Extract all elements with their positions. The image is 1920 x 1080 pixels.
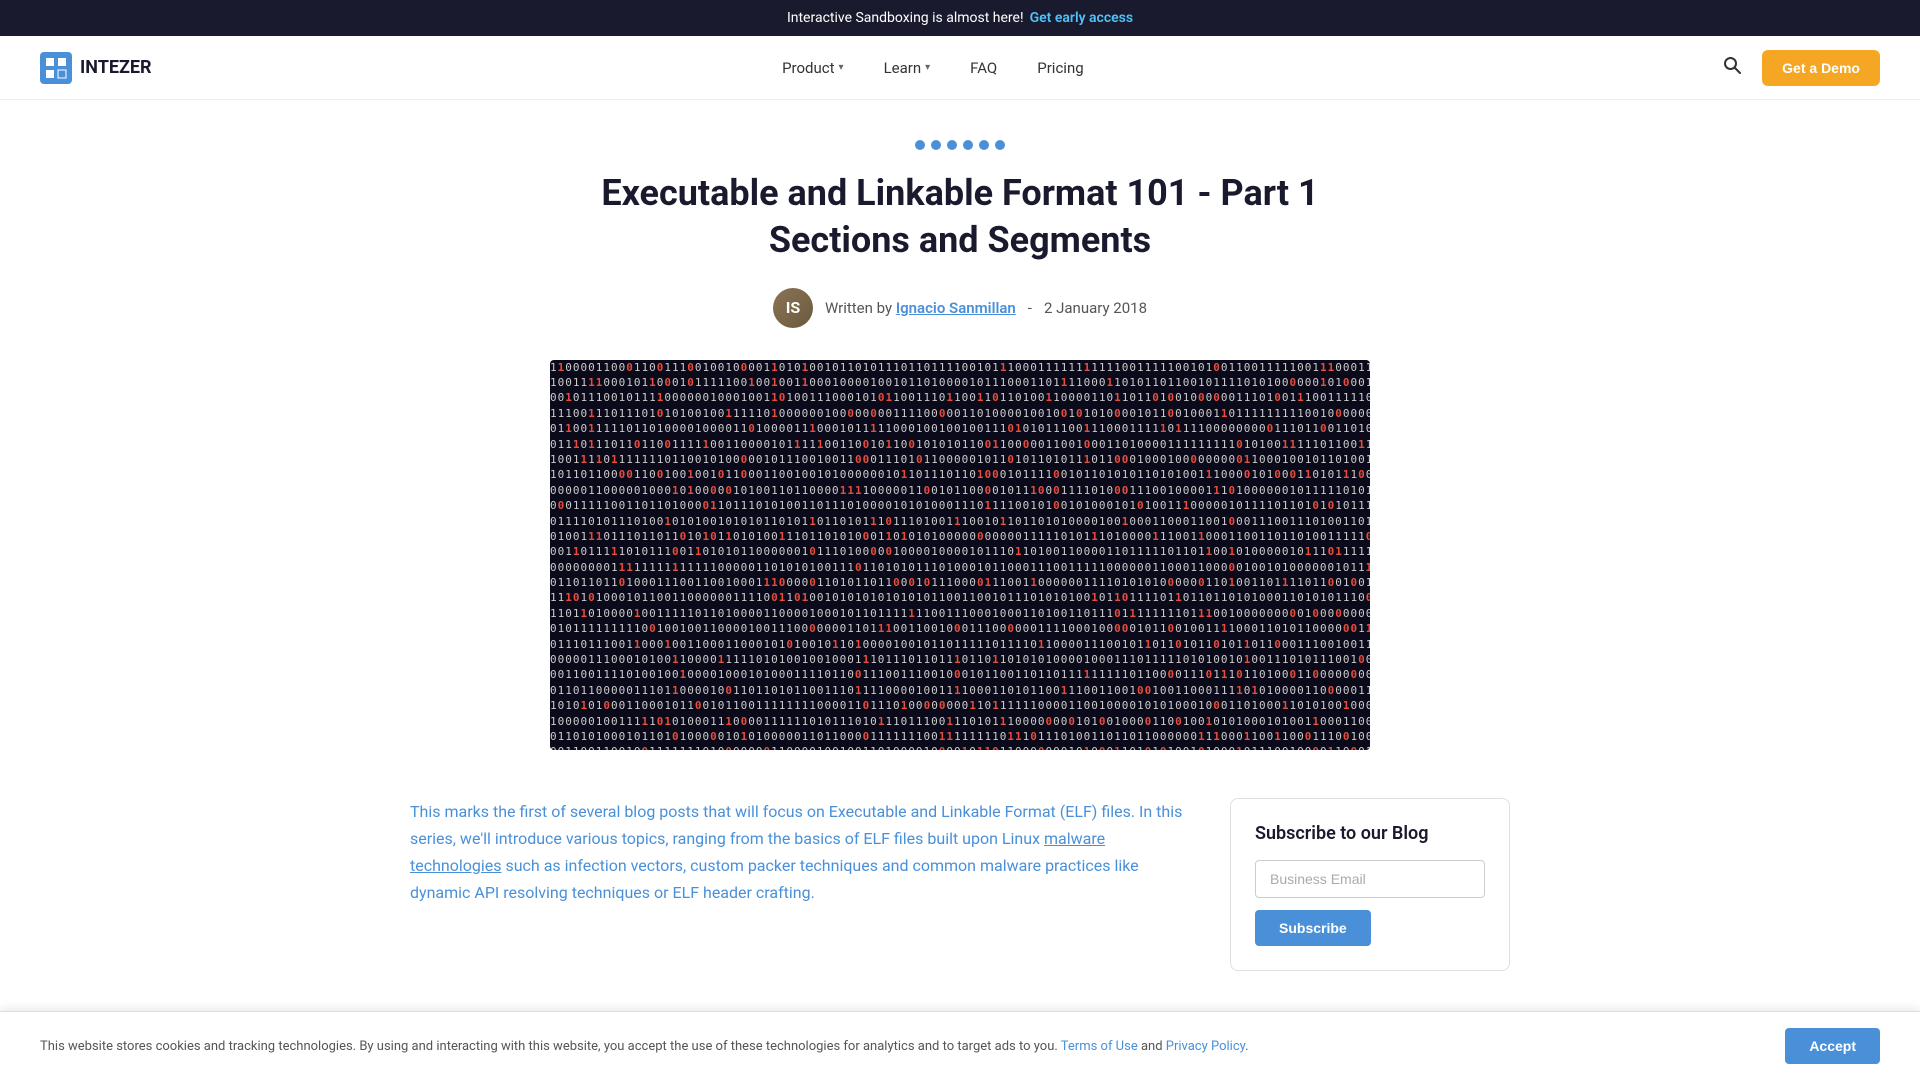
product-chevron-icon: ▾ <box>839 62 844 73</box>
category-dot <box>963 140 973 150</box>
terms-link[interactable]: Terms of Use <box>1061 1039 1138 1054</box>
logo-link[interactable]: INTEZER <box>40 52 152 84</box>
nav-faq[interactable]: FAQ <box>954 51 1013 85</box>
sidebar: Subscribe to our Blog Subscribe <box>1230 798 1510 971</box>
category-dot <box>931 140 941 150</box>
article-intro: This marks the first of several blog pos… <box>410 798 1190 907</box>
hero-image: 1100001100011001110010010000110101001011… <box>550 360 1370 750</box>
main-content: Executable and Linkable Format 101 - Par… <box>360 100 1560 1031</box>
accept-button[interactable]: Accept <box>1785 1028 1880 1064</box>
search-button[interactable] <box>1714 47 1750 88</box>
author-avatar: IS <box>773 288 813 328</box>
privacy-link[interactable]: Privacy Policy <box>1166 1039 1245 1054</box>
subscribe-button[interactable]: Subscribe <box>1255 910 1371 946</box>
email-input[interactable] <box>1255 860 1485 898</box>
learn-chevron-icon: ▾ <box>925 62 930 73</box>
get-demo-button[interactable]: Get a Demo <box>1762 50 1880 86</box>
navigation: INTEZER Product ▾ Learn ▾ FAQ Pricing Ge… <box>0 36 1920 100</box>
binary-background: 1100001100011001110010010000110101001011… <box>550 360 1370 750</box>
article-body: This marks the first of several blog pos… <box>410 798 1190 907</box>
subscribe-box: Subscribe to our Blog Subscribe <box>1230 798 1510 971</box>
cookie-banner: This website stores cookies and tracking… <box>0 1011 1920 1080</box>
logo-text: INTEZER <box>80 57 152 78</box>
article-title: Executable and Linkable Format 101 - Par… <box>560 170 1360 264</box>
category-dot <box>979 140 989 150</box>
logo-icon <box>40 52 72 84</box>
nav-links: Product ▾ Learn ▾ FAQ Pricing <box>766 51 1100 85</box>
category-dot <box>947 140 957 150</box>
cookie-text: This website stores cookies and tracking… <box>40 1039 1765 1054</box>
author-name-link[interactable]: Ignacio Sanmillan <box>896 299 1016 317</box>
author-line: IS Written by Ignacio Sanmillan - 2 Janu… <box>380 288 1540 328</box>
category-dot <box>995 140 1005 150</box>
subscribe-title: Subscribe to our Blog <box>1255 823 1485 844</box>
search-icon <box>1722 55 1742 75</box>
banner-text: Interactive Sandboxing is almost here! <box>787 10 1024 26</box>
banner-cta[interactable]: Get early access <box>1030 10 1133 26</box>
malware-technologies-link[interactable]: malware technologies <box>410 829 1105 875</box>
category-dots <box>380 140 1540 150</box>
article-date: 2 January 2018 <box>1044 299 1147 317</box>
content-area: This marks the first of several blog pos… <box>410 798 1510 971</box>
category-dot <box>915 140 925 150</box>
written-by-label: Written by Ignacio Sanmillan <box>825 299 1016 317</box>
nav-pricing[interactable]: Pricing <box>1021 51 1099 85</box>
nav-product[interactable]: Product ▾ <box>766 51 859 85</box>
top-banner: Interactive Sandboxing is almost here! G… <box>0 0 1920 36</box>
separator: - <box>1028 299 1032 317</box>
nav-right: Get a Demo <box>1714 47 1880 88</box>
nav-learn[interactable]: Learn ▾ <box>868 51 947 85</box>
